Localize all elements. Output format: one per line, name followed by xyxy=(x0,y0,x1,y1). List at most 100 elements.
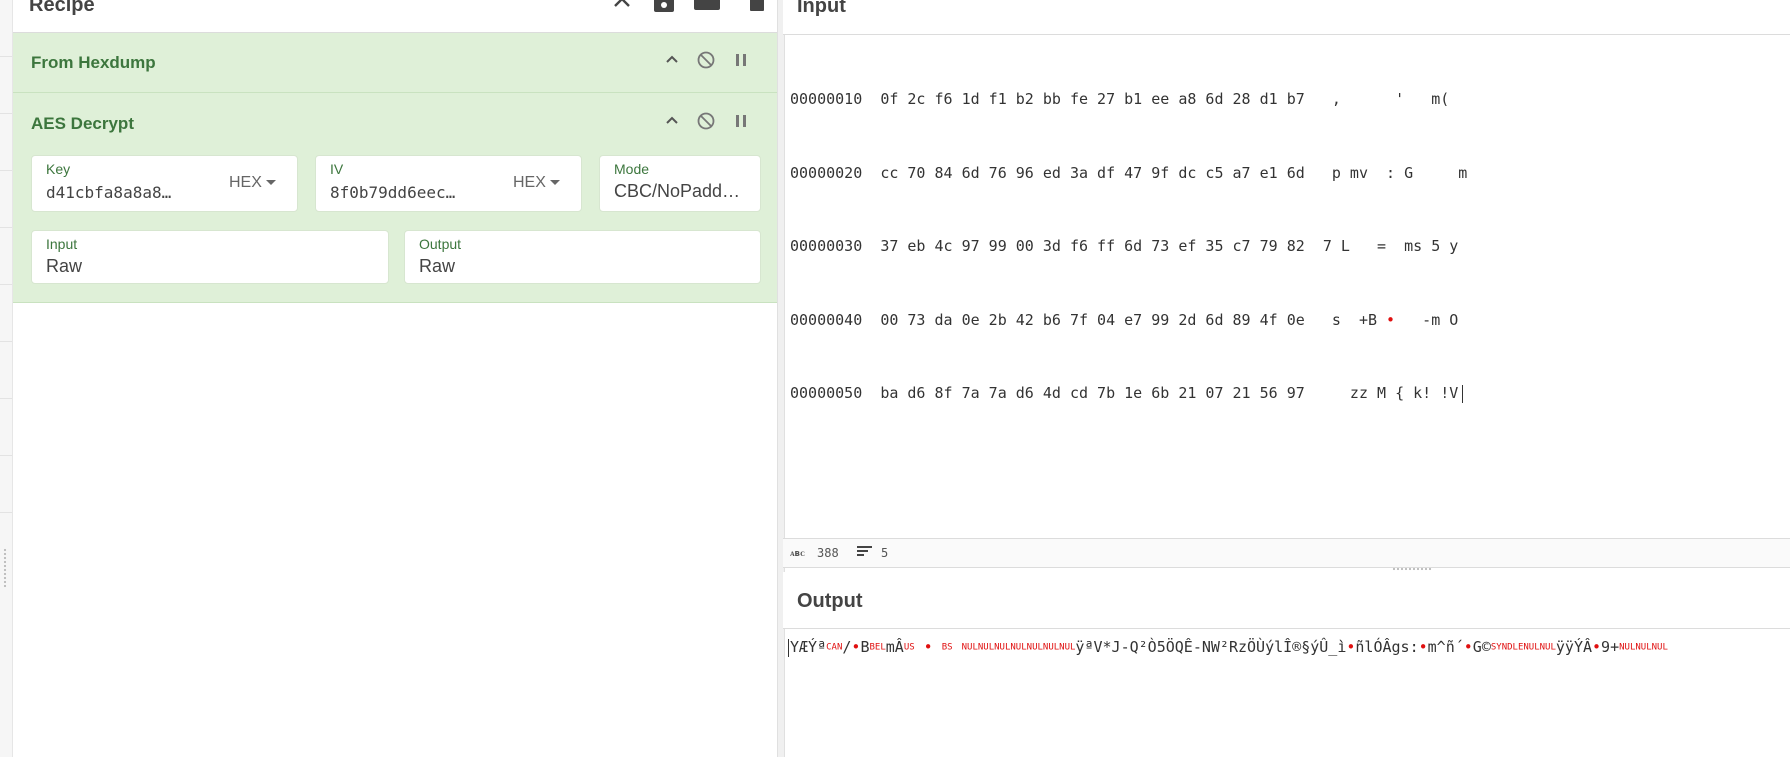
text-cursor xyxy=(788,638,789,657)
output-text[interactable]: YÆÝªCAN/•BBELmÂUS • BS NULNULNULNULNULNU… xyxy=(788,638,1668,657)
input-textarea[interactable]: 00000010 0f 2c f6 1d f1 b2 bb fe 27 b1 e… xyxy=(790,38,1467,430)
key-field[interactable]: Key d41cbfa8a8a8… HEX xyxy=(31,155,298,212)
output-segment: G© xyxy=(1472,638,1491,656)
control-char-label: US xyxy=(903,642,915,653)
chevron-up-icon[interactable] xyxy=(611,0,633,14)
iv-field[interactable]: IV 8f0b79dd6eec… HEX xyxy=(315,155,582,212)
output-format-value[interactable]: Raw xyxy=(419,256,455,277)
trash-icon[interactable] xyxy=(749,0,765,14)
hex-ascii: zz M { k! !V xyxy=(1322,384,1459,402)
control-char-label: CAN xyxy=(826,642,843,653)
pause-icon[interactable] xyxy=(731,50,751,70)
disable-icon[interactable] xyxy=(696,111,716,131)
list-item xyxy=(0,228,12,285)
output-segment: 9+ xyxy=(1601,638,1620,656)
hex-ascii: -m O xyxy=(1395,310,1459,329)
control-char-label: BEL xyxy=(869,642,886,653)
key-format-dropdown[interactable]: HEX xyxy=(229,174,276,192)
output-segment: m^ñ´ xyxy=(1427,638,1464,656)
output-format-label: Output xyxy=(419,236,462,252)
list-item xyxy=(0,114,12,171)
key-value[interactable]: d41cbfa8a8a8… xyxy=(46,183,206,202)
list-item xyxy=(0,0,12,57)
hex-offset: 00000050 xyxy=(790,384,863,402)
mode-field[interactable]: Mode CBC/NoPadd… xyxy=(599,155,761,212)
list-item xyxy=(0,171,12,228)
vertical-splitter[interactable] xyxy=(777,0,785,757)
control-char-label: SYNDLENULNUL xyxy=(1490,642,1556,653)
output-segment: mÂ xyxy=(885,638,904,656)
operation-from-hexdump[interactable]: From Hexdump xyxy=(13,33,777,93)
list-item xyxy=(0,285,12,342)
chevron-up-icon[interactable] xyxy=(662,50,682,70)
control-char-label: BS xyxy=(941,642,953,653)
mode-value[interactable]: CBC/NoPadd… xyxy=(614,181,754,202)
hex-offset: 00000030 xyxy=(790,237,863,255)
key-label: Key xyxy=(46,161,71,177)
hexdump-line: 00000050 ba d6 8f 7a 7a d6 4d cd 7b 1e 6… xyxy=(790,381,1467,406)
hexdump-line: 00000040 00 73 da 0e 2b 42 b6 7f 04 e7 9… xyxy=(790,308,1467,333)
caret-down-icon xyxy=(549,180,560,186)
operations-list-edge xyxy=(0,0,13,757)
hexdump-line: 00000010 0f 2c f6 1d f1 b2 bb fe 27 b1 e… xyxy=(790,87,1467,112)
recipe-title: Recipe xyxy=(29,0,95,16)
hex-ascii: p mv : G m xyxy=(1322,163,1468,182)
iv-label: IV xyxy=(330,161,344,177)
hex-bytes: 37 eb 4c 97 99 00 3d f6 ff 6d 73 ef 35 c… xyxy=(880,237,1305,255)
iv-format-label: HEX xyxy=(513,174,546,191)
disable-icon[interactable] xyxy=(696,50,716,70)
hex-offset: 00000020 xyxy=(790,163,863,182)
operation-title: From Hexdump xyxy=(31,53,156,72)
save-icon[interactable] xyxy=(653,0,675,14)
output-header: Output xyxy=(783,572,1790,629)
resize-grip[interactable] xyxy=(1392,567,1432,571)
control-char-dot: • xyxy=(914,638,942,656)
abc-icon: ᴀʙᴄ xyxy=(790,549,805,559)
output-segment xyxy=(953,638,962,656)
control-char-dot: • xyxy=(1463,638,1473,656)
control-char-label: NULNULNUL xyxy=(1619,642,1668,653)
output-format-field[interactable]: Output Raw xyxy=(404,230,761,284)
list-item xyxy=(0,57,12,114)
key-format-label: HEX xyxy=(229,174,262,191)
hexdump-line: 00000030 37 eb 4c 97 99 00 3d f6 ff 6d 7… xyxy=(790,234,1467,259)
control-char-dot: • xyxy=(1592,638,1602,656)
hex-bytes: 0f 2c f6 1d f1 b2 bb fe 27 b1 ee a8 6d 2… xyxy=(880,90,1305,108)
hex-bytes: 00 73 da 0e 2b 42 b6 7f 04 e7 99 2d 6d 8… xyxy=(880,310,1305,329)
iv-format-dropdown[interactable]: HEX xyxy=(513,174,560,192)
list-item xyxy=(0,399,12,456)
input-format-value[interactable]: Raw xyxy=(46,256,82,277)
recipe-panel: Recipe From Hexdump AES Decrypt Key d41c… xyxy=(13,0,778,757)
input-format-label: Input xyxy=(46,236,78,252)
mode-label: Mode xyxy=(614,161,650,177)
line-count: 5 xyxy=(881,546,889,560)
list-item xyxy=(0,342,12,399)
chevron-up-icon[interactable] xyxy=(662,111,682,131)
recipe-header: Recipe xyxy=(13,0,777,33)
folder-icon[interactable] xyxy=(694,0,720,14)
hex-ascii: s +B xyxy=(1322,310,1387,329)
output-segment: YÆÝª xyxy=(790,638,827,656)
resize-grip[interactable] xyxy=(3,548,7,588)
lines-icon xyxy=(857,544,873,561)
hexdump-line: 00000020 cc 70 84 6d 76 96 ed 3a df 47 9… xyxy=(790,161,1467,186)
list-item xyxy=(0,456,12,513)
input-status-bar: ᴀʙᴄ 388 5 xyxy=(783,538,1790,568)
hex-bytes: cc 70 84 6d 76 96 ed 3a df 47 9f dc c5 a… xyxy=(880,163,1305,182)
pause-icon[interactable] xyxy=(731,111,751,131)
output-segment: ñlÓÂgs: xyxy=(1355,638,1419,656)
caret-down-icon xyxy=(265,180,276,186)
operation-aes-decrypt[interactable]: AES Decrypt Key d41cbfa8a8a8… HEX IV 8f0… xyxy=(13,93,777,303)
output-segment: ÿÿÝÂ xyxy=(1555,638,1593,656)
iv-value[interactable]: 8f0b79dd6eec… xyxy=(330,183,490,202)
input-format-field[interactable]: Input Raw xyxy=(31,230,389,284)
control-char-dot: • xyxy=(1386,310,1396,329)
hex-ascii: 7 L = ms 5 y xyxy=(1322,237,1459,255)
input-header: Input xyxy=(783,0,1790,35)
output-title: Output xyxy=(797,590,863,612)
hex-ascii: , ' m( xyxy=(1322,90,1450,108)
text-cursor xyxy=(1462,384,1464,403)
input-title: Input xyxy=(797,0,846,17)
char-count: 388 xyxy=(817,546,839,560)
hex-bytes: ba d6 8f 7a 7a d6 4d cd 7b 1e 6b 21 07 2… xyxy=(880,384,1305,402)
